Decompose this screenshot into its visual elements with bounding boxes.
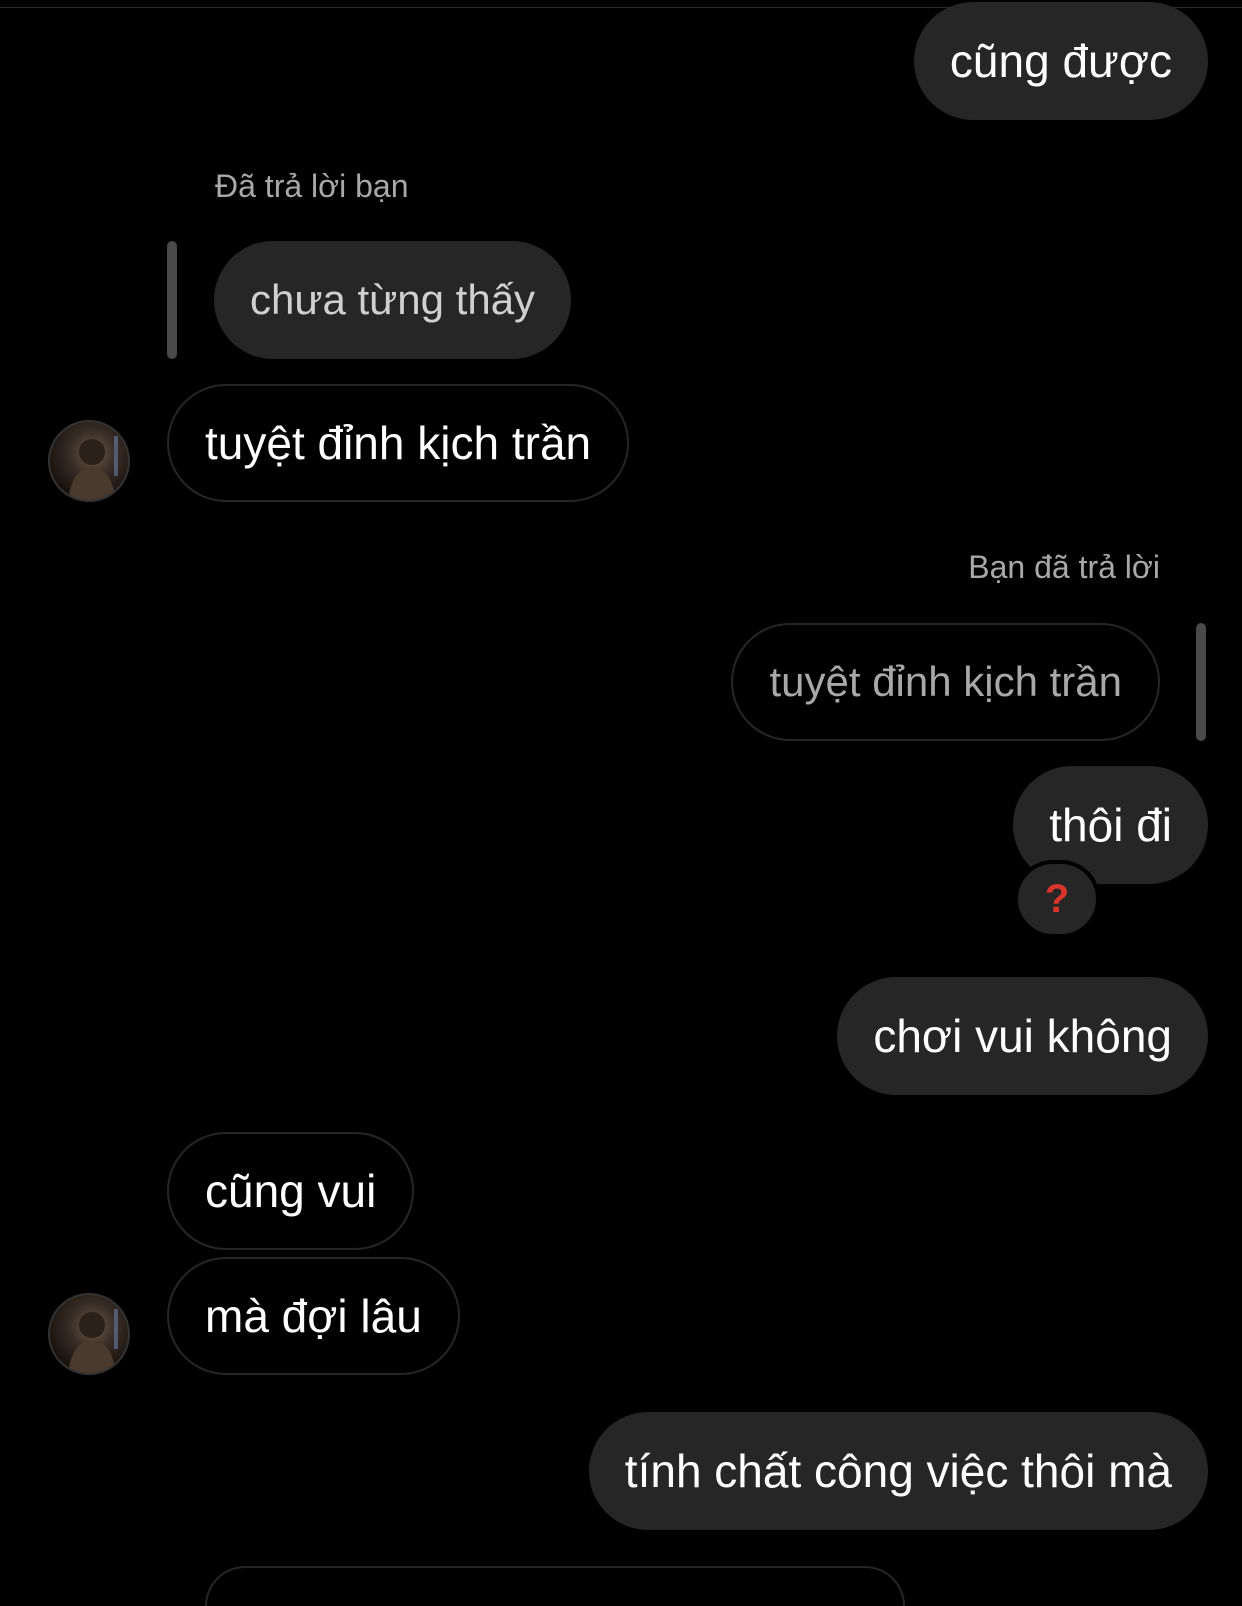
message-text: thôi đi [1049,799,1172,851]
reply-caption: Đã trả lời bạn [215,168,409,204]
message-text: mà đợi lâu [205,1290,422,1342]
received-message-bubble[interactable]: cũng vui [167,1132,415,1250]
message-text: tuyệt đỉnh kịch trần [205,417,592,469]
quoted-message-bubble[interactable]: tuyệt đỉnh kịch trần [731,623,1160,741]
quoted-message-bubble[interactable]: chưa từng thấy [214,241,572,359]
message-text: chơi vui không [873,1010,1172,1062]
sent-message-bubble[interactable]: tính chất công việc thôi mà [588,1412,1208,1530]
avatar-photo-icon [68,1309,118,1373]
question-mark-icon: ? [1044,876,1070,921]
reply-caption: Bạn đã trả lời [968,549,1160,585]
message-text: cũng vui [205,1165,377,1217]
next-message-bubble-partial [205,1566,905,1606]
sent-message-bubble[interactable]: cũng được [913,2,1208,120]
quote-bar [1196,623,1206,741]
received-message-bubble[interactable]: tuyệt đỉnh kịch trần [167,384,630,502]
quote-bar [167,241,177,359]
received-message-bubble[interactable]: mà đợi lâu [167,1257,460,1375]
sent-message-bubble[interactable]: chơi vui không [837,977,1208,1095]
message-text: cũng được [949,35,1172,87]
reaction-badge[interactable]: ? [1014,860,1100,938]
quoted-text: tuyệt đỉnh kịch trần [769,658,1122,705]
message-text: tính chất công việc thôi mà [624,1445,1172,1497]
quoted-text: chưa từng thấy [250,276,536,323]
sender-avatar[interactable] [48,1293,130,1375]
avatar-photo-icon [68,436,118,500]
sender-avatar[interactable] [48,420,130,502]
